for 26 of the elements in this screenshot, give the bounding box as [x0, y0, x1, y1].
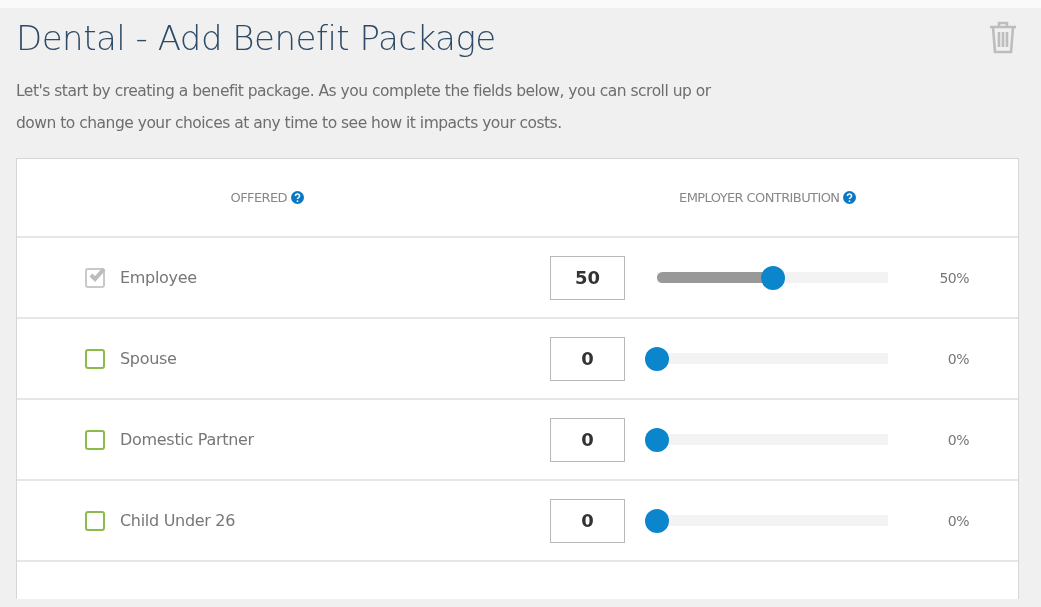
row-label: Child Under 26 — [119, 511, 237, 530]
slider-thumb[interactable] — [645, 427, 669, 452]
contribution-input[interactable]: 0 — [550, 417, 625, 462]
slider-thumb[interactable] — [760, 265, 785, 290]
help-icon[interactable] — [291, 191, 304, 204]
contribution-input[interactable]: 50 — [550, 255, 625, 300]
row-label: Employee — [119, 268, 198, 287]
description-text: Let's start by creating a benefit package. As you complete the fields below, you can scroll up or down to change your choices at any time to see how it impacts your costs. — [16, 81, 712, 134]
percent-reading: 0% — [947, 350, 969, 367]
percent-reading: 0% — [947, 512, 969, 529]
row-label: Domestic Partner — [119, 430, 255, 449]
help-icon[interactable] — [843, 191, 857, 204]
page-title: Dental - Add Benefit Package — [16, 18, 496, 58]
percent-reading: 0% — [947, 431, 969, 448]
checkbox[interactable] — [85, 348, 105, 369]
slider-thumb[interactable] — [645, 346, 669, 371]
column-header: EMPLOYER CONTRIBUTION — [679, 190, 840, 205]
checkbox[interactable] — [85, 510, 105, 531]
row-label: Spouse — [119, 349, 178, 368]
slider-thumb[interactable] — [645, 508, 669, 533]
contribution-input[interactable]: 0 — [550, 336, 625, 381]
percent-reading: 50% — [939, 269, 969, 286]
checkbox[interactable] — [85, 429, 105, 450]
contribution-input[interactable]: 0 — [550, 498, 625, 543]
checkbox[interactable] — [85, 267, 105, 288]
column-header: OFFERED — [230, 190, 287, 205]
